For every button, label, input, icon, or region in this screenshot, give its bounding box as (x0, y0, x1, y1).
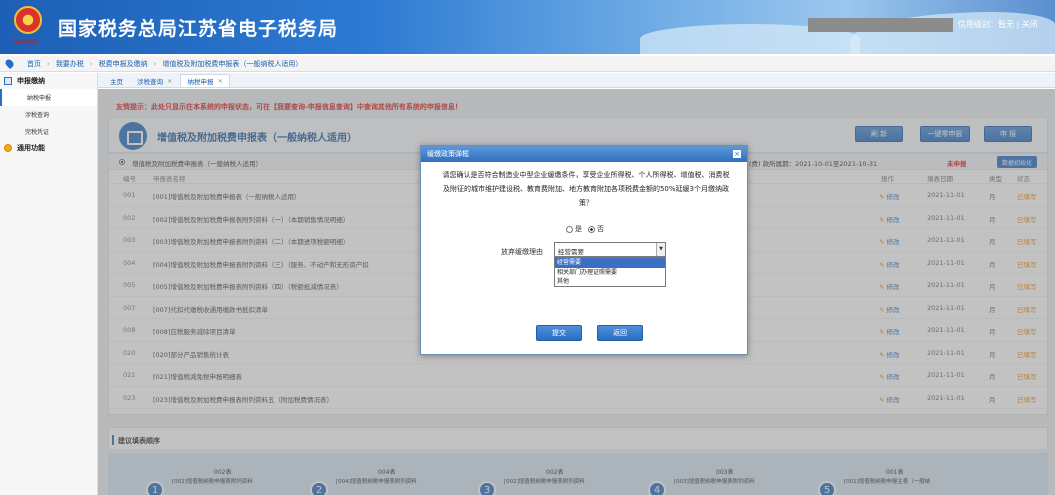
breadcrumb-separator: › (153, 59, 157, 68)
reason-select[interactable]: 经营需要 ▼ (554, 242, 666, 257)
dialog-header: 缓缴政策弹框 × (421, 146, 747, 162)
site-title: 国家税务总局江苏省电子税务局 (58, 18, 339, 40)
breadcrumb-separator: › (89, 59, 93, 68)
radio-checked-icon (588, 225, 595, 233)
submit-button[interactable]: 提交 (536, 325, 582, 341)
radio-no[interactable]: 否 (588, 224, 604, 234)
back-button[interactable]: 返回 (597, 325, 643, 341)
user-name-redacted (808, 18, 953, 32)
sidebar-item-receipt[interactable]: 完税凭证 (0, 123, 97, 140)
sidebar-item-tax-query[interactable]: 涉税查询 (0, 106, 97, 123)
location-pin-icon (3, 57, 16, 70)
deferral-policy-dialog: 缓缴政策弹框 × 请您确认是否符合制造业中型企业缓缴条件，享受企业所得税、个人所… (420, 145, 748, 355)
breadcrumb: 首页 › 我要办税 › 税费申报及缴纳 › 增值税及附加税费申报表（一般纳税人适… (0, 56, 1055, 72)
breadcrumb-separator: › (47, 59, 50, 68)
tab-label: 纳税申报 (187, 78, 214, 86)
chevron-down-icon[interactable]: ▼ (656, 243, 665, 256)
sidebar-group-declare[interactable]: 申报缴纳 (0, 73, 97, 89)
sidebar: 申报缴纳 纳税申报 涉税查询 完税凭证 通用功能 (0, 73, 98, 495)
sidebar-group-label: 通用功能 (17, 144, 45, 152)
reason-option[interactable]: 经营需要 (555, 258, 665, 268)
close-icon[interactable]: × (733, 150, 741, 158)
breadcrumb-item-form[interactable]: 增值税及附加税费申报表（一般纳税人适用） (162, 59, 302, 69)
sidebar-group-label: 申报缴纳 (17, 77, 45, 85)
radio-no-label: 否 (597, 225, 604, 233)
deferral-radio-group: 是 否 (566, 224, 604, 234)
breadcrumb-item-home[interactable]: 首页 (27, 59, 41, 69)
tab-tax-query[interactable]: 涉税查询 × (131, 74, 178, 87)
tab-label: 涉税查询 (137, 77, 163, 86)
reason-label: 放弃缓缴理由 (501, 248, 543, 256)
breadcrumb-item-declare[interactable]: 税费申报及缴纳 (99, 59, 148, 69)
reason-select-value: 经营需要 (558, 248, 584, 256)
credit-level-label[interactable]: 信用级别：暂无 | 关闭 (958, 19, 1038, 30)
sidebar-group-common[interactable]: 通用功能 (0, 140, 97, 156)
tab-tax-return[interactable]: 纳税申报 × (180, 74, 230, 87)
monitor-icon (4, 77, 12, 85)
tax-emblem-icon (14, 6, 42, 34)
radio-yes-label: 是 (575, 225, 582, 233)
close-icon[interactable]: × (217, 77, 222, 85)
dialog-message: 请您确认是否符合制造业中型企业缓缴条件，享受企业所得税、个人所得税、增值税、消费… (442, 171, 730, 207)
emblem-text: 中国税务 (14, 39, 39, 46)
radio-unchecked-icon (566, 225, 573, 233)
reason-dropdown-list: 经营需要 相关部门办理证照需要 其他 (554, 257, 666, 287)
reason-option[interactable]: 相关部门办理证照需要 (555, 268, 665, 278)
tab-label: 主页 (110, 77, 123, 86)
reason-option[interactable]: 其他 (555, 277, 665, 287)
breadcrumb-item-tax[interactable]: 我要办税 (56, 59, 84, 69)
site-header: 中国税务 国家税务总局江苏省电子税务局 信用级别：暂无 | 关闭 (0, 0, 1055, 54)
tab-home[interactable]: 主页 (104, 74, 129, 87)
common-functions-icon (4, 144, 12, 152)
close-icon[interactable]: × (167, 77, 172, 85)
tab-bar: 主页 涉税查询 × 纳税申报 × (98, 73, 1055, 88)
sidebar-item-tax-return[interactable]: 纳税申报 (0, 89, 97, 106)
radio-yes[interactable]: 是 (566, 224, 582, 234)
dialog-title: 缓缴政策弹框 (427, 150, 469, 158)
